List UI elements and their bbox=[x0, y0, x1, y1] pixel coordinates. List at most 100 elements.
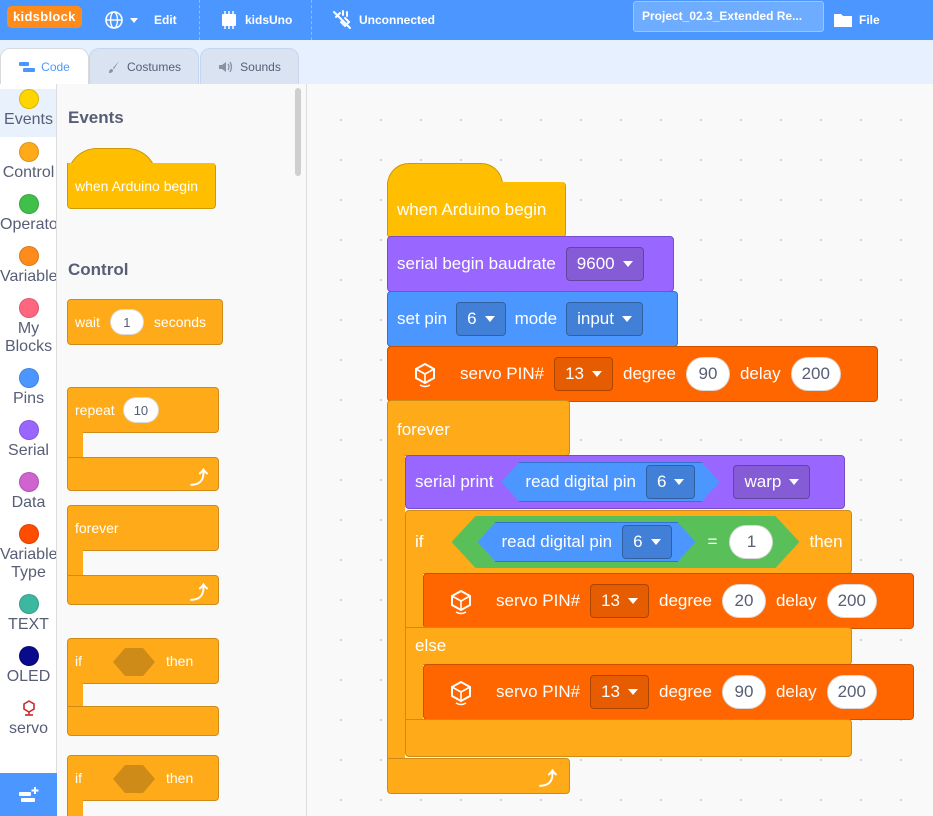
block-servo-then-label: servo PIN# bbox=[496, 591, 581, 610]
palette-block-if-condition-slot[interactable] bbox=[113, 765, 155, 793]
palette-block-repeat[interactable]: repeat 10 bbox=[67, 387, 219, 433]
category-data[interactable]: Data bbox=[0, 472, 56, 520]
block-set-pin-mode[interactable]: set pin 6 mode input bbox=[387, 291, 678, 347]
palette-block-wait-label: wait bbox=[75, 314, 100, 330]
tab-code[interactable]: Code bbox=[0, 48, 89, 84]
block-servo-then-degree-label: degree bbox=[659, 591, 712, 610]
servo-then-degree-input[interactable]: 20 bbox=[721, 584, 766, 618]
palette-block-if-condition-slot[interactable] bbox=[113, 648, 155, 676]
block-forever[interactable]: forever bbox=[387, 400, 570, 456]
category-events[interactable]: Events bbox=[0, 89, 56, 137]
palette-block-wait[interactable]: wait 1 seconds bbox=[67, 299, 223, 345]
unplugged-icon bbox=[333, 10, 351, 29]
servo-else-degree-input[interactable]: 90 bbox=[721, 675, 766, 709]
block-serial-print[interactable]: serial print read digital pin 6 warp bbox=[405, 455, 845, 509]
palette-scrollbar[interactable] bbox=[295, 88, 301, 176]
project-title-field[interactable]: Project_02.3_Extended Re... bbox=[633, 1, 824, 32]
category-operator-label: Operator bbox=[0, 216, 57, 233]
block-servo-init[interactable]: servo PIN# 13 degree 90 delay 200 bbox=[387, 346, 878, 402]
category-control[interactable]: Control bbox=[0, 142, 56, 190]
palette-block-forever[interactable]: forever bbox=[67, 505, 219, 551]
category-variable-type[interactable]: Variable Type bbox=[0, 524, 57, 584]
edit-menu[interactable]: Edit bbox=[154, 0, 177, 40]
servo-motor-icon bbox=[408, 357, 442, 391]
category-operator[interactable]: Operator bbox=[0, 194, 57, 242]
block-if-label: if bbox=[415, 532, 424, 551]
palette-block-if-then-else[interactable]: if then bbox=[67, 755, 219, 801]
block-servo-else[interactable]: servo PIN# 13 degree 90 delay 200 bbox=[423, 664, 914, 720]
loop-arrow-icon: ⤴ bbox=[190, 468, 208, 488]
palette-block-when-arduino-begin[interactable]: when Arduino begin bbox=[67, 163, 216, 209]
palette-block-forever-label: forever bbox=[75, 520, 119, 536]
category-control-label: Control bbox=[2, 164, 55, 181]
palette-block-repeat-input[interactable]: 10 bbox=[122, 397, 160, 423]
connection-menu[interactable]: Unconnected bbox=[331, 0, 435, 40]
palette-block-repeat-arm bbox=[67, 432, 83, 458]
block-forever-foot: ⤴ bbox=[387, 758, 570, 794]
tab-costumes-label: Costumes bbox=[126, 59, 182, 74]
servo-motor-icon bbox=[444, 584, 478, 618]
code-workspace[interactable]: when Arduino begin serial begin baudrate… bbox=[307, 84, 933, 816]
block-if-foot bbox=[405, 719, 852, 757]
baudrate-value: 9600 bbox=[576, 254, 615, 273]
serial-print-mode-dropdown[interactable]: warp bbox=[733, 465, 811, 499]
category-oled-label: OLED bbox=[6, 668, 51, 685]
language-menu[interactable] bbox=[104, 0, 138, 40]
block-if-arm bbox=[405, 572, 423, 628]
servo-else-delay-input[interactable]: 200 bbox=[826, 675, 877, 709]
servo-else-pin-dropdown[interactable]: 13 bbox=[590, 675, 650, 709]
category-servo-label: servo bbox=[8, 720, 49, 737]
category-variable-type-label-1: Variable bbox=[0, 546, 57, 563]
servo-init-delay-input[interactable]: 200 bbox=[790, 357, 841, 391]
file-menu[interactable]: File bbox=[833, 0, 880, 40]
servo-init-pin-dropdown[interactable]: 13 bbox=[554, 357, 614, 391]
category-text[interactable]: TEXT bbox=[0, 594, 56, 642]
category-data-color-icon bbox=[18, 472, 39, 492]
servo-else-pin-value: 13 bbox=[601, 682, 621, 701]
chevron-down-icon bbox=[789, 479, 800, 485]
baudrate-dropdown[interactable]: 9600 bbox=[565, 247, 644, 281]
servo-init-degree-input[interactable]: 90 bbox=[685, 357, 730, 391]
category-variables[interactable]: Variables bbox=[0, 246, 56, 294]
reporter-read-digital-pin-label: read digital pin bbox=[525, 472, 636, 491]
category-pins[interactable]: Pins bbox=[0, 368, 56, 416]
category-servo[interactable]: servo bbox=[0, 698, 56, 746]
set-pin-mode-dropdown[interactable]: input bbox=[566, 302, 643, 336]
hat-block-when-arduino-begin[interactable]: when Arduino begin bbox=[387, 182, 566, 238]
palette-block-if-foot bbox=[67, 706, 219, 736]
set-pin-mode-value: input bbox=[577, 309, 614, 328]
reporter-pin-dropdown[interactable]: 6 bbox=[646, 465, 695, 499]
category-events-color-icon bbox=[18, 89, 39, 109]
category-my-blocks[interactable]: My Blocks bbox=[0, 298, 56, 358]
palette-block-wait-input[interactable]: 1 bbox=[109, 309, 144, 335]
servo-then-pin-dropdown[interactable]: 13 bbox=[590, 584, 650, 618]
add-extension-icon bbox=[18, 786, 38, 802]
category-oled-color-icon bbox=[18, 646, 39, 666]
block-forever-label: forever bbox=[397, 420, 450, 439]
reporter-read-digital-pin[interactable]: read digital pin 6 bbox=[501, 462, 719, 502]
kidsblock-logo[interactable]: kidsblock bbox=[7, 6, 82, 28]
boolean-equals-operator[interactable]: read digital pin 6 = 1 bbox=[452, 516, 800, 568]
category-serial[interactable]: Serial bbox=[0, 420, 56, 468]
compare-value-input[interactable]: 1 bbox=[729, 525, 773, 559]
servo-then-delay-input[interactable]: 200 bbox=[826, 584, 877, 618]
block-servo-then[interactable]: servo PIN# 13 degree 20 delay 200 bbox=[423, 573, 914, 629]
category-pins-label: Pins bbox=[12, 390, 45, 407]
block-serial-begin[interactable]: serial begin baudrate 9600 bbox=[387, 236, 674, 292]
block-serial-print-label: serial print bbox=[415, 472, 494, 491]
category-oled[interactable]: OLED bbox=[0, 646, 56, 694]
block-else-section: else bbox=[405, 627, 852, 665]
reporter-read-digital-pin[interactable]: read digital pin 6 bbox=[478, 522, 696, 562]
tab-sounds[interactable]: Sounds bbox=[200, 48, 299, 84]
palette-block-if-then[interactable]: if then bbox=[67, 638, 219, 684]
menu-divider bbox=[199, 0, 200, 40]
block-palette: Events when Arduino begin Control wait 1… bbox=[57, 84, 307, 816]
add-extension-button[interactable] bbox=[0, 773, 57, 816]
block-if-else[interactable]: if read digital pin 6 = 1 then bbox=[405, 510, 852, 574]
reporter-pin-dropdown[interactable]: 6 bbox=[622, 525, 671, 559]
set-pin-number-dropdown[interactable]: 6 bbox=[456, 302, 506, 336]
palette-block-forever-foot: ⤴ bbox=[67, 575, 219, 605]
board-menu[interactable]: kidsUno bbox=[219, 0, 292, 40]
tab-costumes[interactable]: Costumes bbox=[89, 48, 199, 84]
category-menu: Events Control Operator Variables My Blo… bbox=[0, 84, 57, 816]
